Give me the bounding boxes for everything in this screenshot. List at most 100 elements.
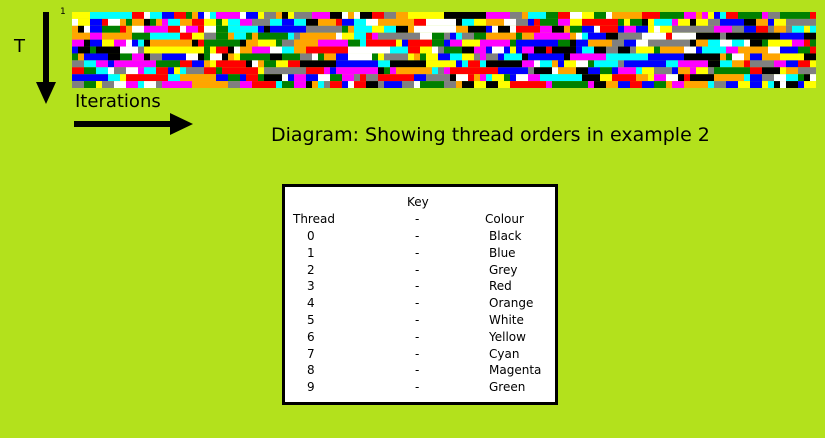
thread-cell [594, 46, 606, 54]
thread-cell [588, 81, 594, 88]
thread-cell [72, 81, 84, 88]
thread-cell [330, 81, 342, 88]
thread-cell [618, 60, 624, 68]
thread-cell [486, 74, 492, 82]
thread-cell [276, 39, 282, 47]
thread-cell [144, 53, 150, 61]
key-row-colour: Orange [489, 296, 534, 311]
thread-cell [318, 67, 324, 75]
thread-cell [162, 60, 168, 68]
key-row-separator: - [415, 245, 420, 260]
thread-cell [654, 25, 660, 33]
thread-cell [348, 46, 390, 54]
thread-cell [522, 12, 528, 19]
thread-cell [336, 53, 348, 61]
t-axis-label: T [14, 36, 25, 57]
thread-cell [378, 67, 384, 75]
thread-cell [462, 39, 468, 47]
thread-cell [414, 81, 420, 88]
thread-cell [468, 74, 474, 82]
thread-cell [786, 81, 798, 88]
thread-cell [306, 18, 318, 26]
thread-cell [180, 81, 192, 88]
thread-cell [144, 18, 150, 26]
thread-cell [648, 74, 654, 82]
thread-cell [204, 32, 216, 40]
thread-cell [516, 46, 522, 54]
thread-cell [450, 74, 456, 82]
thread-cell [450, 67, 456, 75]
thread-cell [522, 53, 528, 61]
thread-cell [282, 74, 288, 82]
key-row-thread: 0 [307, 229, 315, 243]
iterations-axis-label: Iterations [75, 91, 161, 112]
thread-cell [540, 25, 552, 33]
key-row-thread: 8 [307, 363, 315, 378]
thread-cell [510, 25, 516, 33]
thread-cell [216, 46, 228, 54]
thread-cell [624, 39, 636, 47]
thread-cell [696, 12, 702, 19]
thread-cell [798, 46, 810, 54]
thread-cell [132, 25, 144, 33]
thread-cell [90, 12, 132, 19]
thread-cell [306, 46, 348, 54]
thread-cell [72, 39, 84, 47]
thread-cell [510, 46, 516, 54]
thread-cell [108, 60, 114, 68]
thread-cell [270, 25, 306, 33]
thread-cell [132, 18, 144, 26]
thread-cell [810, 60, 816, 68]
thread-cell [552, 67, 558, 75]
thread-cell [120, 74, 126, 82]
thread-cell [642, 18, 648, 26]
thread-cell [552, 81, 588, 88]
thread-cell [384, 67, 390, 75]
thread-cell [282, 46, 294, 54]
thread-cell [192, 12, 198, 19]
thread-cell [192, 25, 198, 33]
thread-cell [216, 74, 228, 82]
thread-cell [468, 39, 480, 47]
thread-cell [258, 60, 264, 68]
thread-cell [204, 60, 210, 68]
thread-cell [402, 81, 414, 88]
thread-cell [132, 39, 138, 47]
thread-cell [426, 74, 438, 82]
thread-cell [252, 18, 258, 26]
key-heading: Key [407, 195, 429, 209]
thread-cell [180, 67, 186, 75]
thread-cell [726, 12, 738, 19]
thread-cell [162, 18, 168, 26]
thread-cell [474, 53, 480, 61]
thread-cell [612, 74, 636, 82]
thread-cell [510, 12, 522, 19]
thread-cell [762, 53, 780, 61]
thread-cell [294, 46, 306, 54]
thread-cell [468, 46, 474, 54]
thread-cell [762, 12, 768, 19]
thread-cell [72, 46, 78, 54]
key-row-separator: - [415, 346, 420, 361]
thread-cell [636, 25, 648, 33]
thread-cell [126, 25, 132, 33]
thread-cell [114, 81, 126, 88]
thread-cell [204, 46, 210, 54]
thread-cell [354, 18, 366, 26]
thread-cell [246, 74, 258, 82]
thread-cell [342, 18, 354, 26]
thread-cell [78, 25, 84, 33]
thread-cell [120, 18, 126, 26]
thread-cell [618, 67, 630, 75]
thread-cell [528, 12, 546, 19]
thread-cell [150, 32, 180, 40]
thread-cell [396, 39, 402, 47]
thread-cell [708, 39, 720, 47]
thread-cell [690, 67, 696, 75]
thread-cell [528, 74, 540, 82]
thread-cell [72, 25, 78, 33]
thread-cell [582, 32, 588, 40]
thread-cell [426, 53, 438, 61]
thread-cell [96, 81, 102, 88]
thread-cell [390, 46, 408, 54]
